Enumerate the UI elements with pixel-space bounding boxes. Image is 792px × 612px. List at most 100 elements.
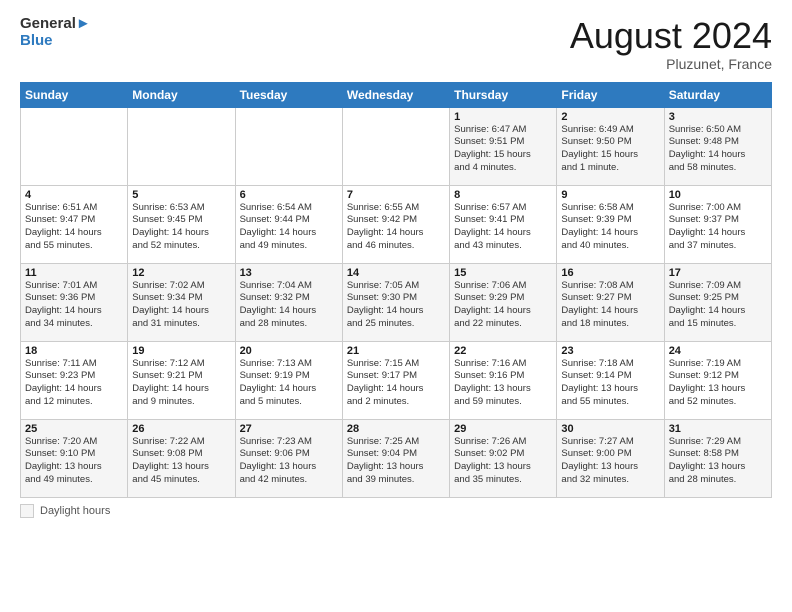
day-number: 19 [132, 345, 230, 357]
footer: Daylight hours [20, 504, 772, 518]
day-info: Sunrise: 7:15 AM Sunset: 9:17 PM Dayligh… [347, 358, 445, 409]
day-number: 8 [454, 189, 552, 201]
day-info: Sunrise: 7:18 AM Sunset: 9:14 PM Dayligh… [561, 358, 659, 409]
day-info: Sunrise: 6:55 AM Sunset: 9:42 PM Dayligh… [347, 202, 445, 253]
weekday-header-thursday: Thursday [450, 82, 557, 107]
day-number: 15 [454, 267, 552, 279]
day-info: Sunrise: 7:26 AM Sunset: 9:02 PM Dayligh… [454, 436, 552, 487]
day-info: Sunrise: 7:13 AM Sunset: 9:19 PM Dayligh… [240, 358, 338, 409]
calendar-body: 1Sunrise: 6:47 AM Sunset: 9:51 PM Daylig… [21, 107, 772, 497]
day-info: Sunrise: 6:49 AM Sunset: 9:50 PM Dayligh… [561, 124, 659, 175]
day-cell: 27Sunrise: 7:23 AM Sunset: 9:06 PM Dayli… [235, 419, 342, 497]
day-info: Sunrise: 7:25 AM Sunset: 9:04 PM Dayligh… [347, 436, 445, 487]
day-info: Sunrise: 7:00 AM Sunset: 9:37 PM Dayligh… [669, 202, 767, 253]
day-cell: 14Sunrise: 7:05 AM Sunset: 9:30 PM Dayli… [342, 263, 449, 341]
day-cell: 15Sunrise: 7:06 AM Sunset: 9:29 PM Dayli… [450, 263, 557, 341]
logo: General► Blue [20, 16, 91, 49]
day-cell: 25Sunrise: 7:20 AM Sunset: 9:10 PM Dayli… [21, 419, 128, 497]
day-cell: 10Sunrise: 7:00 AM Sunset: 9:37 PM Dayli… [664, 185, 771, 263]
day-number: 4 [25, 189, 123, 201]
day-number: 26 [132, 423, 230, 435]
week-row-3: 11Sunrise: 7:01 AM Sunset: 9:36 PM Dayli… [21, 263, 772, 341]
day-cell: 4Sunrise: 6:51 AM Sunset: 9:47 PM Daylig… [21, 185, 128, 263]
day-number: 11 [25, 267, 123, 279]
week-row-1: 1Sunrise: 6:47 AM Sunset: 9:51 PM Daylig… [21, 107, 772, 185]
day-cell [21, 107, 128, 185]
day-info: Sunrise: 7:12 AM Sunset: 9:21 PM Dayligh… [132, 358, 230, 409]
day-number: 5 [132, 189, 230, 201]
day-info: Sunrise: 6:53 AM Sunset: 9:45 PM Dayligh… [132, 202, 230, 253]
weekday-row: SundayMondayTuesdayWednesdayThursdayFrid… [21, 82, 772, 107]
day-number: 9 [561, 189, 659, 201]
day-number: 24 [669, 345, 767, 357]
day-cell [235, 107, 342, 185]
day-info: Sunrise: 7:05 AM Sunset: 9:30 PM Dayligh… [347, 280, 445, 331]
day-number: 7 [347, 189, 445, 201]
day-cell: 23Sunrise: 7:18 AM Sunset: 9:14 PM Dayli… [557, 341, 664, 419]
week-row-4: 18Sunrise: 7:11 AM Sunset: 9:23 PM Dayli… [21, 341, 772, 419]
day-number: 23 [561, 345, 659, 357]
day-number: 10 [669, 189, 767, 201]
day-number: 29 [454, 423, 552, 435]
day-cell: 17Sunrise: 7:09 AM Sunset: 9:25 PM Dayli… [664, 263, 771, 341]
day-cell: 29Sunrise: 7:26 AM Sunset: 9:02 PM Dayli… [450, 419, 557, 497]
day-number: 13 [240, 267, 338, 279]
day-info: Sunrise: 7:04 AM Sunset: 9:32 PM Dayligh… [240, 280, 338, 331]
day-cell: 13Sunrise: 7:04 AM Sunset: 9:32 PM Dayli… [235, 263, 342, 341]
day-number: 20 [240, 345, 338, 357]
week-row-2: 4Sunrise: 6:51 AM Sunset: 9:47 PM Daylig… [21, 185, 772, 263]
day-number: 22 [454, 345, 552, 357]
calendar-table: SundayMondayTuesdayWednesdayThursdayFrid… [20, 82, 772, 498]
month-title: August 2024 [570, 16, 772, 56]
day-info: Sunrise: 6:58 AM Sunset: 9:39 PM Dayligh… [561, 202, 659, 253]
day-number: 17 [669, 267, 767, 279]
weekday-header-tuesday: Tuesday [235, 82, 342, 107]
day-cell [342, 107, 449, 185]
day-cell: 30Sunrise: 7:27 AM Sunset: 9:00 PM Dayli… [557, 419, 664, 497]
day-number: 3 [669, 111, 767, 123]
day-info: Sunrise: 7:20 AM Sunset: 9:10 PM Dayligh… [25, 436, 123, 487]
day-info: Sunrise: 7:08 AM Sunset: 9:27 PM Dayligh… [561, 280, 659, 331]
day-number: 27 [240, 423, 338, 435]
day-cell [128, 107, 235, 185]
day-number: 31 [669, 423, 767, 435]
day-info: Sunrise: 7:22 AM Sunset: 9:08 PM Dayligh… [132, 436, 230, 487]
day-cell: 16Sunrise: 7:08 AM Sunset: 9:27 PM Dayli… [557, 263, 664, 341]
day-cell: 31Sunrise: 7:29 AM Sunset: 8:58 PM Dayli… [664, 419, 771, 497]
day-info: Sunrise: 7:29 AM Sunset: 8:58 PM Dayligh… [669, 436, 767, 487]
logo-blue: Blue [20, 33, 91, 50]
day-info: Sunrise: 7:27 AM Sunset: 9:00 PM Dayligh… [561, 436, 659, 487]
day-cell: 12Sunrise: 7:02 AM Sunset: 9:34 PM Dayli… [128, 263, 235, 341]
weekday-header-friday: Friday [557, 82, 664, 107]
day-cell: 7Sunrise: 6:55 AM Sunset: 9:42 PM Daylig… [342, 185, 449, 263]
day-cell: 8Sunrise: 6:57 AM Sunset: 9:41 PM Daylig… [450, 185, 557, 263]
day-cell: 9Sunrise: 6:58 AM Sunset: 9:39 PM Daylig… [557, 185, 664, 263]
day-cell: 1Sunrise: 6:47 AM Sunset: 9:51 PM Daylig… [450, 107, 557, 185]
week-row-5: 25Sunrise: 7:20 AM Sunset: 9:10 PM Dayli… [21, 419, 772, 497]
day-number: 28 [347, 423, 445, 435]
day-info: Sunrise: 6:47 AM Sunset: 9:51 PM Dayligh… [454, 124, 552, 175]
day-number: 25 [25, 423, 123, 435]
day-number: 2 [561, 111, 659, 123]
day-number: 18 [25, 345, 123, 357]
header: General► Blue August 2024 Pluzunet, Fran… [20, 16, 772, 72]
day-cell: 26Sunrise: 7:22 AM Sunset: 9:08 PM Dayli… [128, 419, 235, 497]
day-number: 6 [240, 189, 338, 201]
day-cell: 24Sunrise: 7:19 AM Sunset: 9:12 PM Dayli… [664, 341, 771, 419]
daylight-box [20, 504, 34, 518]
weekday-header-saturday: Saturday [664, 82, 771, 107]
day-number: 16 [561, 267, 659, 279]
day-info: Sunrise: 6:51 AM Sunset: 9:47 PM Dayligh… [25, 202, 123, 253]
day-cell: 20Sunrise: 7:13 AM Sunset: 9:19 PM Dayli… [235, 341, 342, 419]
title-block: August 2024 Pluzunet, France [570, 16, 772, 72]
day-info: Sunrise: 7:06 AM Sunset: 9:29 PM Dayligh… [454, 280, 552, 331]
weekday-header-monday: Monday [128, 82, 235, 107]
day-cell: 5Sunrise: 6:53 AM Sunset: 9:45 PM Daylig… [128, 185, 235, 263]
weekday-header-wednesday: Wednesday [342, 82, 449, 107]
day-cell: 2Sunrise: 6:49 AM Sunset: 9:50 PM Daylig… [557, 107, 664, 185]
day-cell: 28Sunrise: 7:25 AM Sunset: 9:04 PM Dayli… [342, 419, 449, 497]
day-info: Sunrise: 6:57 AM Sunset: 9:41 PM Dayligh… [454, 202, 552, 253]
logo-text-block: General► Blue [20, 16, 91, 49]
day-info: Sunrise: 7:23 AM Sunset: 9:06 PM Dayligh… [240, 436, 338, 487]
day-cell: 18Sunrise: 7:11 AM Sunset: 9:23 PM Dayli… [21, 341, 128, 419]
